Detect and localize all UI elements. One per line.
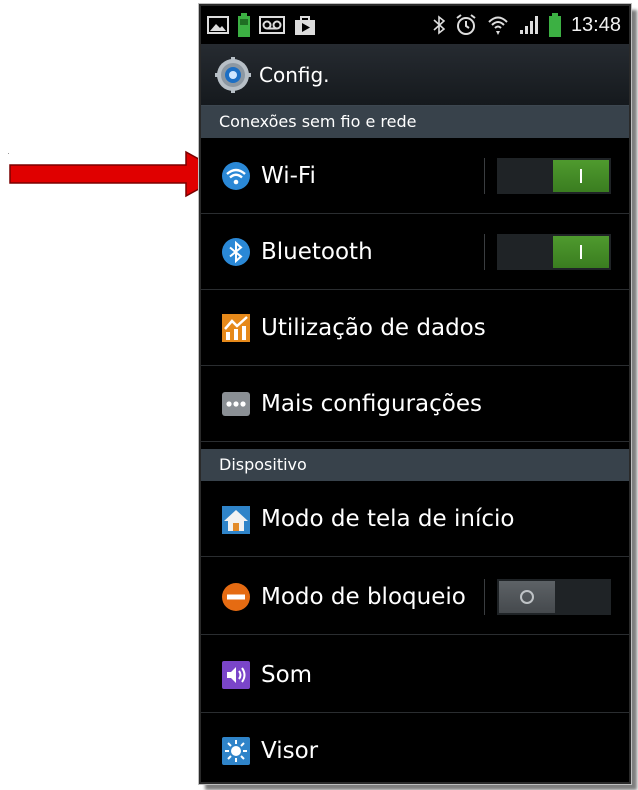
section-header-wireless: Conexões sem fio e rede [201, 106, 629, 138]
divider [484, 158, 485, 194]
block-mode-label: Modo de bloqueio [261, 583, 466, 610]
phone-screen: 13:48 Config. Conexões sem fio e rede Wi… [198, 3, 632, 785]
alarm-icon [456, 14, 476, 35]
bluetooth-toggle[interactable] [497, 234, 611, 270]
toggle-knob-on [553, 236, 609, 268]
image-icon [207, 16, 229, 34]
sound-label: Som [261, 661, 313, 688]
settings-item-display[interactable]: Visor [201, 713, 629, 782]
block-icon [222, 583, 250, 611]
settings-item-home-screen[interactable]: Modo de tela de início [201, 481, 629, 557]
action-bar: Config. [201, 44, 629, 107]
display-label: Visor [261, 738, 319, 764]
battery-icon [238, 13, 250, 37]
settings-item-sound[interactable]: Som [201, 637, 629, 713]
settings-item-data-usage[interactable]: Utilização de dados [201, 290, 629, 366]
divider [484, 579, 485, 615]
play-store-icon [295, 16, 315, 35]
home-screen-label: Modo de tela de início [261, 505, 515, 532]
battery-icon [548, 13, 561, 37]
wifi-icon [222, 162, 250, 190]
block-mode-toggle[interactable] [497, 579, 611, 615]
status-bar: 13:48 [201, 6, 629, 44]
settings-item-bluetooth[interactable]: Bluetooth [201, 214, 629, 290]
settings-item-more[interactable]: Mais configurações [201, 366, 629, 442]
clock: 13:48 [570, 13, 621, 36]
data-usage-label: Utilização de dados [261, 314, 486, 341]
voicemail-icon [259, 16, 285, 34]
data-usage-icon [222, 314, 250, 342]
sound-icon [222, 661, 250, 689]
display-icon [222, 737, 250, 765]
wifi-label: Wi-Fi [261, 162, 316, 189]
bluetooth-icon [222, 238, 250, 266]
wifi-toggle[interactable] [497, 158, 611, 194]
settings-item-wifi[interactable]: Wi-Fi [201, 138, 629, 214]
signal-icon [519, 16, 538, 34]
page-title: Config. [259, 62, 330, 87]
more-label: Mais configurações [261, 390, 482, 417]
wifi-icon [488, 16, 508, 35]
section-header-device: Dispositivo [201, 449, 629, 481]
toggle-knob-on [553, 160, 609, 192]
toggle-knob-off [499, 581, 555, 613]
gear-icon[interactable] [215, 56, 251, 93]
settings-item-block-mode[interactable]: Modo de bloqueio [201, 559, 629, 635]
home-screen-icon [222, 506, 250, 534]
divider [484, 234, 485, 270]
bluetooth-icon [433, 15, 445, 35]
more-icon [222, 392, 250, 416]
annotation-arrow [9, 150, 228, 198]
bluetooth-label: Bluetooth [261, 238, 373, 265]
